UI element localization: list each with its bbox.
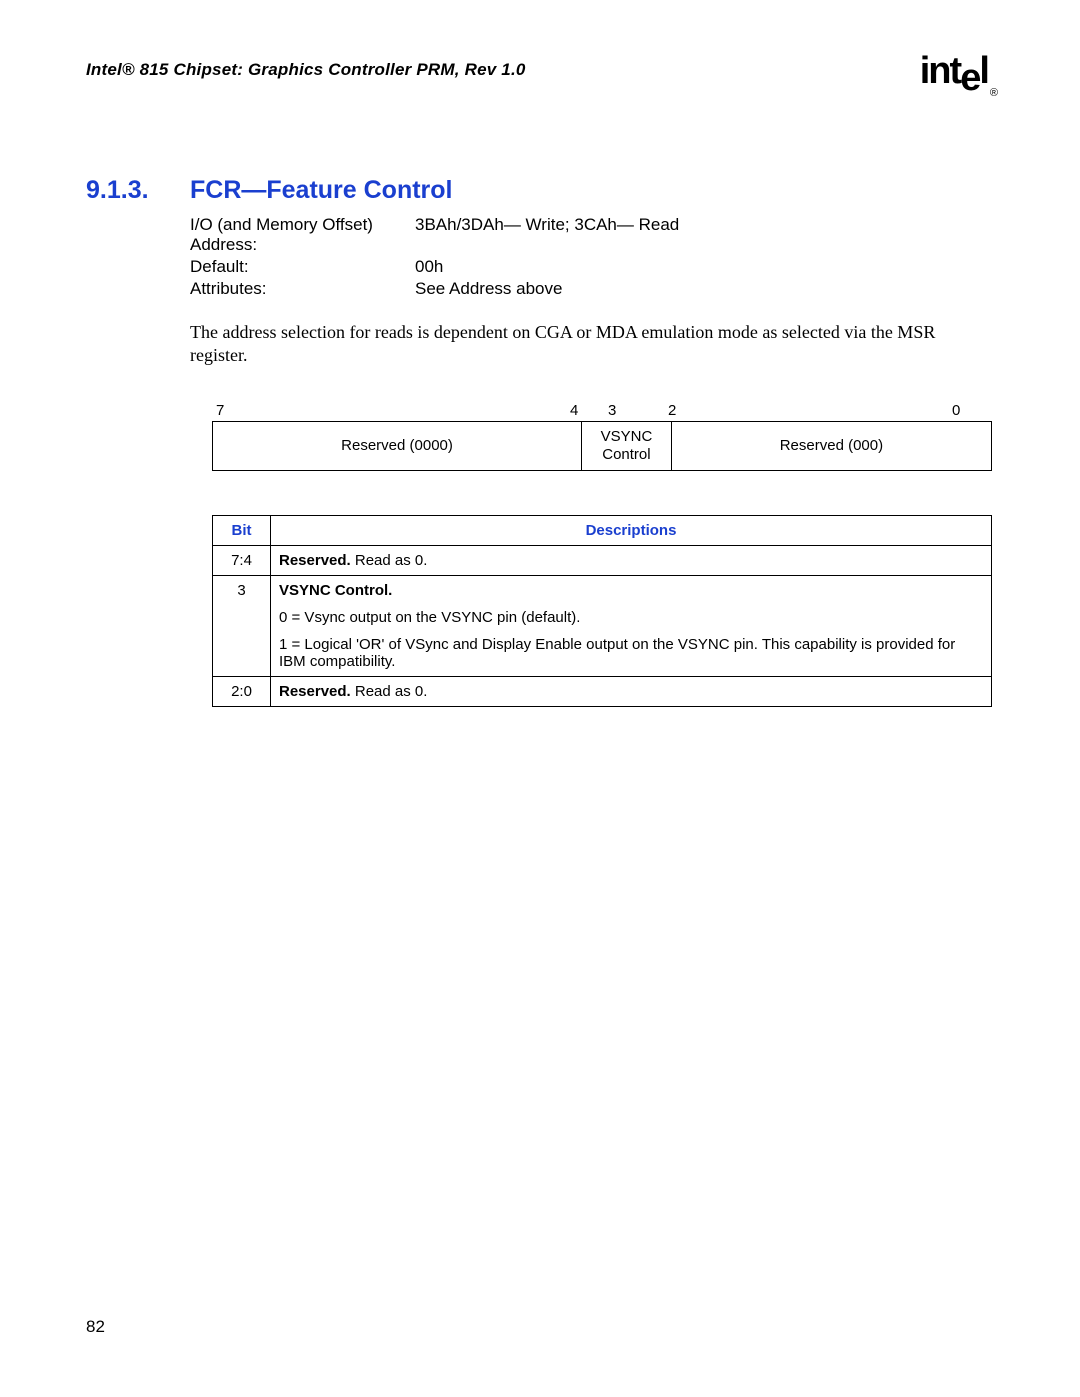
desc-text-cell: Reserved. Read as 0. [271, 677, 992, 707]
desc-header-bit: Bit [213, 516, 271, 546]
spec-attributes-label: Attributes: [190, 279, 415, 299]
desc-bit-cell: 2:0 [213, 677, 271, 707]
logo-text: intel [920, 50, 988, 99]
running-header: Intel® 815 Chipset: Graphics Controller … [86, 60, 994, 80]
bit-field-diagram: 7 4 3 2 0 Reserved (0000) VSYNC Control … [190, 402, 994, 471]
spec-default-label: Default: [190, 257, 415, 277]
spec-default-value: 00h [415, 257, 994, 277]
bit-field-vsync-line2: Control [586, 446, 667, 464]
table-row: 3VSYNC Control.0 = Vsync output on the V… [213, 576, 992, 677]
page-number: 82 [86, 1317, 105, 1337]
bit-field-vsync: VSYNC Control [582, 422, 672, 470]
spec-attributes-value: See Address above [415, 279, 994, 299]
bit-field-reserved-high: Reserved (0000) [213, 422, 582, 470]
section-number: 9.1.3. [86, 176, 190, 205]
section-title: FCR—Feature Control [190, 176, 453, 205]
spec-addr-value: 3BAh/3DAh— Write; 3CAh— Read [415, 215, 994, 255]
desc-bit-cell: 7:4 [213, 546, 271, 576]
description-table: Bit Descriptions 7:4Reserved. Read as 0.… [212, 515, 992, 707]
table-row: 7:4Reserved. Read as 0. [213, 546, 992, 576]
desc-text-cell: Reserved. Read as 0. [271, 546, 992, 576]
body-paragraph: The address selection for reads is depen… [190, 321, 994, 366]
table-row: 2:0Reserved. Read as 0. [213, 677, 992, 707]
desc-text-cell: VSYNC Control.0 = Vsync output on the VS… [271, 576, 992, 677]
desc-header-descriptions: Descriptions [271, 516, 992, 546]
desc-bit-cell: 3 [213, 576, 271, 677]
bit-field-vsync-line1: VSYNC [586, 428, 667, 446]
bit-field-reserved-low: Reserved (000) [672, 422, 991, 470]
intel-logo: intel® [920, 50, 994, 95]
spec-addr-label: I/O (and Memory Offset) Address: [190, 215, 415, 255]
logo-registered: ® [990, 87, 996, 99]
register-spec: I/O (and Memory Offset) Address: 3BAh/3D… [190, 215, 994, 299]
